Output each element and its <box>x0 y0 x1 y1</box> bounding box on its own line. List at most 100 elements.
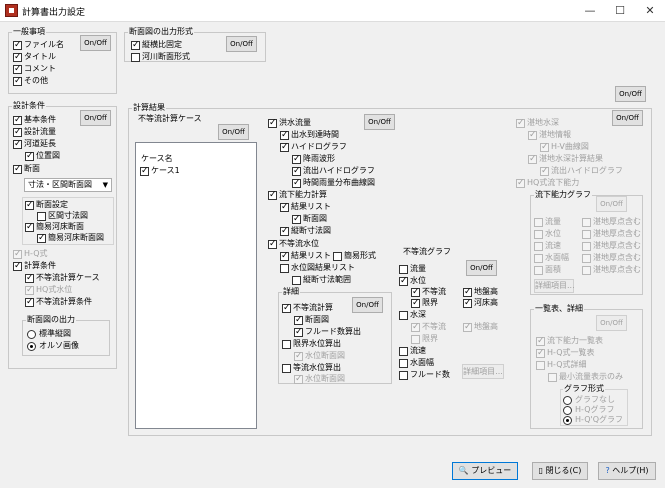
checkbox-graph-water-width[interactable]: 水面幅 <box>399 358 434 368</box>
checkbox-nonuniform-conditions[interactable]: 不等流計算条件 <box>25 297 92 307</box>
capacity-detail-button[interactable]: 詳細項目... <box>534 279 575 293</box>
checkbox-water-cross-2[interactable]: 水位断面図 <box>294 374 345 384</box>
checkbox-result-list[interactable]: 結果リスト <box>280 202 331 212</box>
checkbox-nonuniform-calc[interactable]: 不等流計算 <box>282 303 333 313</box>
minimize-button[interactable]: — <box>575 0 605 22</box>
checkbox-graph-river-height[interactable]: 河床高 <box>463 298 498 308</box>
checkbox-cap-water-level[interactable]: 水位 <box>534 229 561 239</box>
graph-detail-button[interactable]: 詳細項目... <box>462 364 504 379</box>
checkbox-filename[interactable]: ファイル名 <box>13 40 64 50</box>
design-onoff-button[interactable]: On/Off <box>80 110 111 126</box>
checkbox-outflow-calc[interactable]: 出水到達時間 <box>280 130 339 140</box>
checkbox-froude[interactable]: フルード数算出 <box>294 327 361 337</box>
checkbox-graph-flow[interactable]: 流量 <box>399 264 426 274</box>
checkbox-hq-water[interactable]: HQ式水位 <box>25 285 72 295</box>
radio-graph-none[interactable]: グラフなし <box>563 395 615 405</box>
checkbox-outflow-hydrograph[interactable]: 流出ハイドログラフ <box>292 166 375 176</box>
checkbox-graph-water-level[interactable]: 水位 <box>399 276 426 286</box>
checkbox-location-map[interactable]: 位置図 <box>25 151 60 161</box>
checkbox-graph-froude[interactable]: フルード数 <box>399 370 450 380</box>
checkbox-cap-velocity-pond[interactable]: 湛地厚点含む <box>582 241 641 251</box>
checkbox-uniform-depth[interactable]: 等流水位算出 <box>282 363 341 373</box>
checkbox-graph-uniform-2[interactable]: 不等流 <box>411 322 446 332</box>
checkbox-flood-flow[interactable]: 洪水流量 <box>268 118 311 128</box>
checkbox-section-figure-2[interactable]: 断面図 <box>294 315 329 325</box>
radio-ortho-image[interactable]: オルソ画像 <box>27 341 79 351</box>
checkbox-pond-calc[interactable]: 湛地水深計算結果 <box>528 154 603 164</box>
checkbox-capacity-list[interactable]: 流下能力一覧表 <box>536 336 603 346</box>
checkbox-simple-section[interactable]: 簡易河床断面 <box>25 222 84 232</box>
checkbox-result-list-2[interactable]: 結果リスト <box>280 251 331 261</box>
checkbox-river-extension[interactable]: 河道延長 <box>13 139 56 149</box>
graph-onoff-button[interactable]: On/Off <box>466 260 497 276</box>
checkbox-water-cross[interactable]: 水位断面図 <box>294 351 345 361</box>
detail-onoff-button[interactable]: On/Off <box>352 297 383 313</box>
checkbox-graph-depth[interactable]: 水深 <box>399 310 426 320</box>
close-window-button[interactable]: ✕ <box>635 0 665 22</box>
checkbox-nonuniform-water-level[interactable]: 不等流水位 <box>268 239 319 249</box>
help-button[interactable]: ? ヘルプ(H) <box>598 462 656 480</box>
checkbox-graph-ground-height[interactable]: 地盤高 <box>463 287 498 297</box>
checkbox-pond-info[interactable]: 湛地情報 <box>528 130 571 140</box>
section-type-select[interactable]: 寸法・区間断面図 ▼ <box>24 178 112 192</box>
checkbox-hq[interactable]: H-Q式 <box>13 249 48 259</box>
checkbox-graph-limit-2[interactable]: 限界 <box>411 334 438 344</box>
checkbox-flow-capacity[interactable]: 流下能力計算 <box>268 190 327 200</box>
checkbox-time-distribution[interactable]: 時間雨量分布曲線図 <box>292 178 375 188</box>
checkbox-critical-depth[interactable]: 限界水位算出 <box>282 339 341 349</box>
checkbox-cap-flow-pond[interactable]: 湛地厚点含む <box>582 217 641 227</box>
checkbox-water-level-result[interactable]: 水位図結果リスト <box>280 263 355 273</box>
checkbox-graph-limit[interactable]: 限界 <box>411 298 438 308</box>
case-listbox[interactable] <box>135 142 257 429</box>
list-detail-onoff-button[interactable]: On/Off <box>596 315 627 331</box>
checkbox-pond-outflow-hydrograph[interactable]: 流出ハイドログラフ <box>540 166 623 176</box>
checkbox-cap-area[interactable]: 面積 <box>534 265 561 275</box>
preview-button[interactable]: 🔍 プレビュー <box>452 462 518 480</box>
checkbox-section[interactable]: 断面 <box>13 164 40 174</box>
maximize-button[interactable]: ☐ <box>605 0 635 22</box>
close-button[interactable]: ▯ 閉じる(C) <box>532 462 588 480</box>
checkbox-graph-uniform[interactable]: 不等流 <box>411 287 446 297</box>
checkbox-section-figure[interactable]: 断面図 <box>292 214 327 224</box>
checkbox-longitudinal-range[interactable]: 縦断寸法範囲 <box>292 275 351 285</box>
results-global-onoff-button[interactable]: On/Off <box>615 86 646 102</box>
checkbox-interval-dimension[interactable]: 区間寸法図 <box>37 211 88 221</box>
capacity-graph-onoff-button[interactable]: On/Off <box>596 196 627 212</box>
checkbox-calc-conditions[interactable]: 計算条件 <box>13 261 56 271</box>
checkbox-cap-water-level-pond[interactable]: 湛地厚点含む <box>582 229 641 239</box>
checkbox-longitudinal[interactable]: 縦断寸法図 <box>280 226 331 236</box>
checkbox-min-water[interactable]: 最小流量表示のみ <box>548 372 623 382</box>
checkbox-simple-section-fig[interactable]: 簡易河床断面図 <box>37 233 104 243</box>
checkbox-simple-form[interactable]: 簡易形式 <box>333 251 376 261</box>
checkbox-graph-velocity[interactable]: 流速 <box>399 346 426 356</box>
section-format-onoff-button[interactable]: On/Off <box>226 36 257 52</box>
checkbox-section-settings[interactable]: 断面設定 <box>25 200 68 210</box>
checkbox-design-flow[interactable]: 設計流量 <box>13 127 56 137</box>
nonuniform-case-onoff-button[interactable]: On/Off <box>218 124 249 140</box>
checkbox-river-section-format[interactable]: 河川断面形式 <box>131 52 190 62</box>
checkbox-cap-water-width-pond[interactable]: 湛地厚点含む <box>582 253 641 263</box>
general-onoff-button[interactable]: On/Off <box>80 35 111 51</box>
checkbox-aspect-fixed[interactable]: 縦横比固定 <box>131 40 182 50</box>
checkbox-hv-table[interactable]: H-V曲線図 <box>540 142 589 152</box>
checkbox-nonuniform-case[interactable]: 不等流計算ケース <box>25 273 100 283</box>
checkbox-comment[interactable]: コメント <box>13 64 56 74</box>
checkbox-other[interactable]: その他 <box>13 76 48 86</box>
checkbox-cap-water-width[interactable]: 水面幅 <box>534 253 569 263</box>
checkbox-hq-detail[interactable]: H-Q式詳細 <box>536 360 587 370</box>
checkbox-title[interactable]: タイトル <box>13 52 56 62</box>
checkbox-pond[interactable]: 湛地水深 <box>516 118 559 128</box>
radio-graph-hq[interactable]: H-Qグラフ <box>563 405 615 415</box>
checkbox-hq-capacity[interactable]: HQ式流下能力 <box>516 178 579 188</box>
checkbox-rain-wave[interactable]: 降雨波形 <box>292 154 335 164</box>
checkbox-basic-conditions[interactable]: 基本条件 <box>13 115 56 125</box>
checkbox-case-1[interactable]: ケース1 <box>140 166 180 176</box>
checkbox-cap-area-pond[interactable]: 湛地厚点含む <box>582 265 641 275</box>
checkbox-cap-flow[interactable]: 流量 <box>534 217 561 227</box>
radio-standard[interactable]: 標準縦図 <box>27 329 71 339</box>
checkbox-graph-ground-2[interactable]: 地盤高 <box>463 322 498 332</box>
col4-onoff-button[interactable]: On/Off <box>612 110 643 126</box>
col2-onoff-button[interactable]: On/Off <box>364 114 395 130</box>
radio-graph-hqq[interactable]: H-Q'Qグラフ <box>563 415 623 425</box>
checkbox-hydrograph[interactable]: ハイドログラフ <box>280 142 347 152</box>
